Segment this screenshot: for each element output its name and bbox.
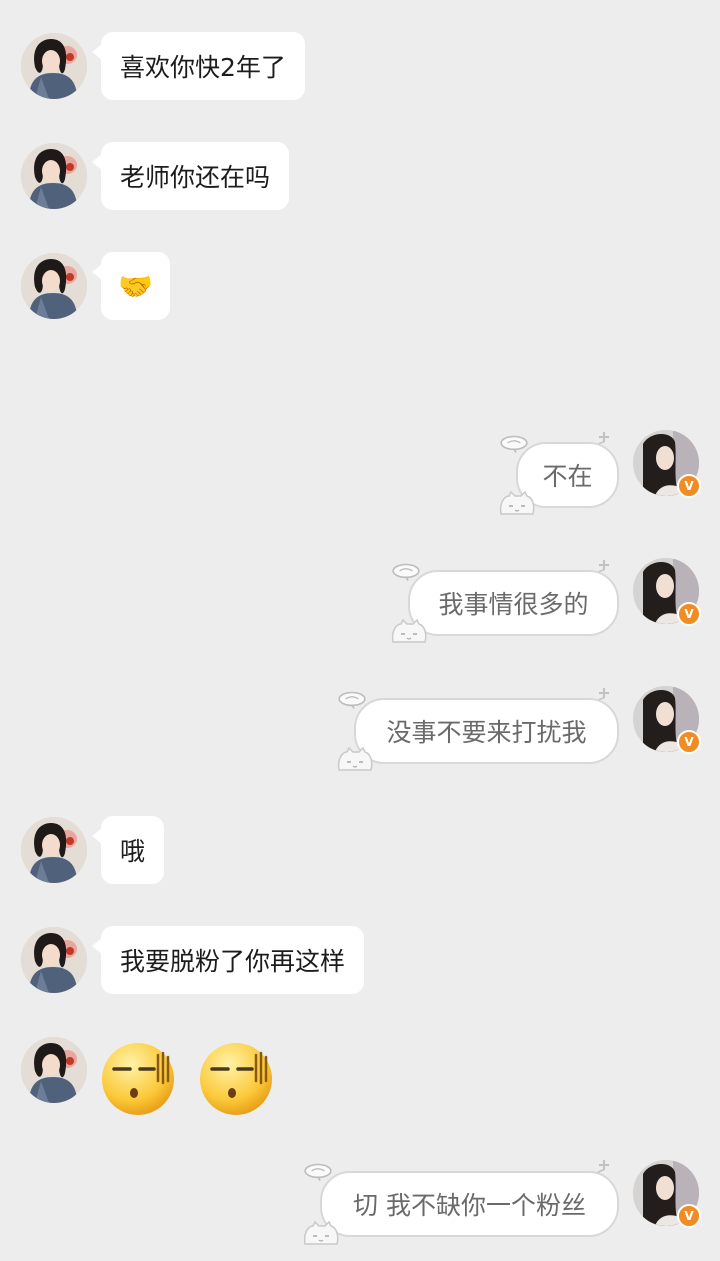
contact-avatar[interactable] (21, 143, 87, 209)
message-bubble[interactable]: 哦 (91, 816, 165, 884)
verified-badge-icon: V (677, 602, 701, 626)
message-text: 我事情很多的 (438, 590, 589, 619)
verified-badge-icon: V (677, 730, 701, 754)
contact-avatar[interactable] (21, 1037, 87, 1103)
message-bubble[interactable]: 我要脱粉了你再这样 (91, 926, 365, 994)
message-bubble[interactable]: 老师你还在吗 (91, 142, 290, 210)
message-bubble[interactable]: 没事不要来打扰我 (354, 698, 619, 764)
message-text: 切 我不缺你一个粉丝 (353, 1191, 586, 1220)
contact-avatar[interactable] (21, 253, 87, 319)
message-bubble[interactable]: 我事情很多的 (408, 570, 619, 636)
message-text: 哦 (120, 837, 146, 866)
cat-decoration-icon (335, 746, 375, 774)
message-text: 我要脱粉了你再这样 (120, 947, 346, 976)
message-text: 不在 (542, 462, 593, 491)
message-bubble[interactable]: 🤝 (92, 252, 170, 320)
cat-decoration-icon (301, 1220, 341, 1248)
contact-avatar[interactable] (21, 33, 87, 99)
cat-decoration-icon (389, 618, 429, 646)
verified-badge-icon: V (677, 1204, 701, 1228)
awkward-sweat-face-icon[interactable] (100, 1041, 176, 1117)
message-bubble[interactable]: 喜欢你快2年了 (92, 32, 305, 100)
contact-avatar[interactable] (21, 927, 87, 993)
message-bubble[interactable]: 切 我不缺你一个粉丝 (320, 1171, 619, 1237)
verified-badge-icon: V (677, 474, 701, 498)
cat-decoration-icon (497, 490, 537, 518)
awkward-sweat-face-icon[interactable] (198, 1041, 274, 1117)
handshake-icon: 🤝 (118, 269, 153, 303)
message-text: 喜欢你快2年了 (120, 53, 286, 82)
message-text: 没事不要来打扰我 (386, 718, 587, 747)
contact-avatar[interactable] (21, 817, 87, 883)
message-text: 老师你还在吗 (120, 163, 271, 192)
